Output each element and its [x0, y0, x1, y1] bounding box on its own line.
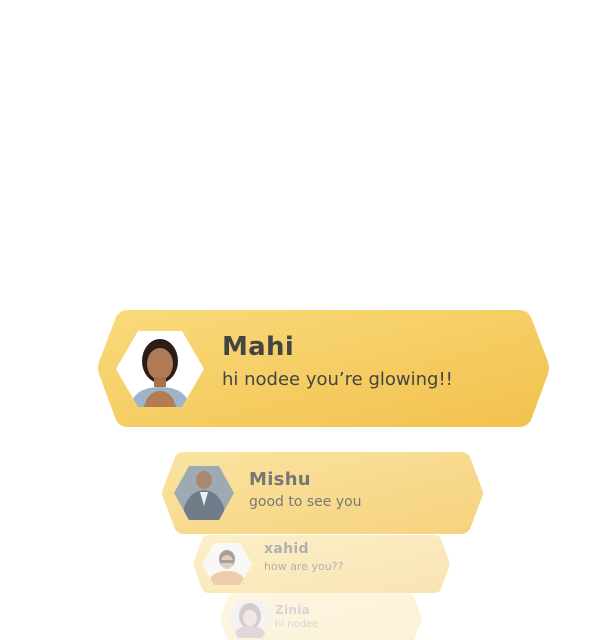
avatar-xahid: [202, 543, 252, 585]
notification-card-mahi[interactable]: Mahi hi nodee you’re glowing!!: [98, 310, 549, 427]
message-text: hi nodee: [275, 619, 319, 630]
sender-name: Mahi: [222, 332, 295, 362]
avatar-mahi: [116, 331, 204, 407]
avatar-mishu: [174, 466, 234, 520]
notification-card-mishu[interactable]: Mishu good to see you: [162, 452, 483, 534]
sender-name: xahid: [264, 541, 309, 557]
avatar-zinia: [227, 600, 273, 638]
notification-card-xahid[interactable]: xahid how are you??: [193, 535, 450, 593]
message-text: hi nodee you’re glowing!!: [222, 369, 453, 390]
sender-name: Mishu: [249, 469, 311, 490]
notification-card-zinia[interactable]: Zinia hi nodee: [220, 593, 422, 640]
message-text: how are you??: [264, 560, 344, 573]
sender-name: Zinia: [275, 603, 311, 617]
message-text: good to see you: [249, 494, 362, 510]
